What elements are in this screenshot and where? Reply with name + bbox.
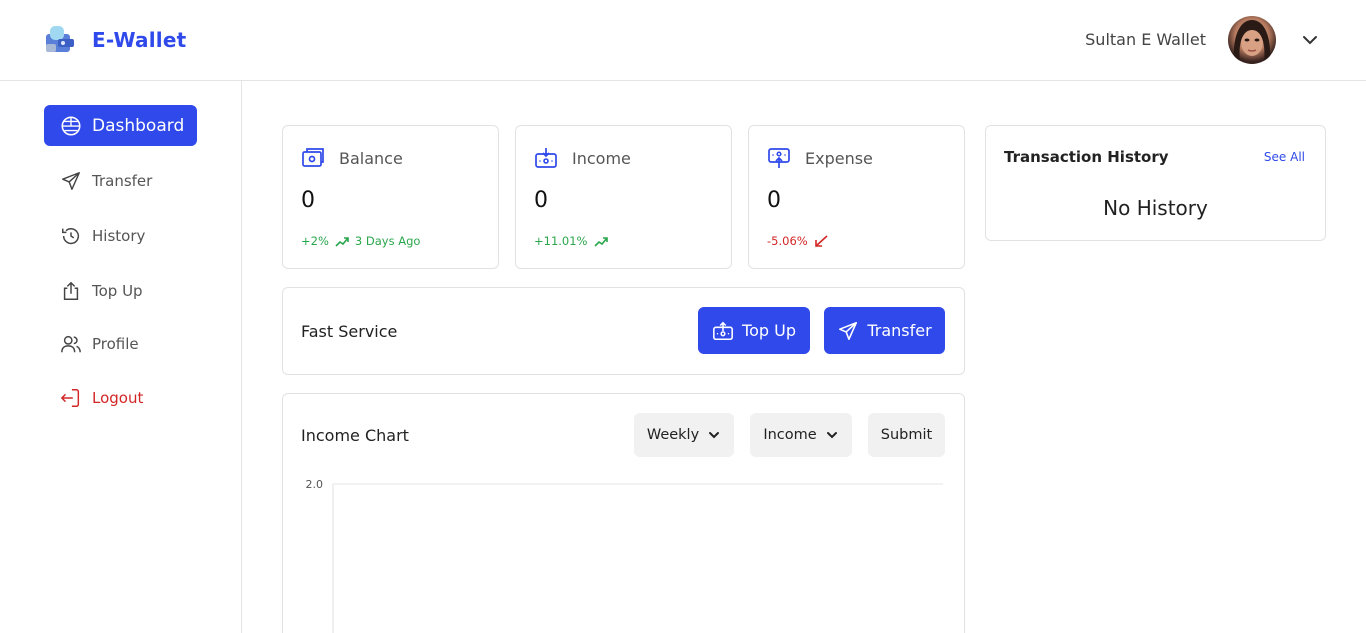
globe-icon bbox=[61, 116, 81, 135]
expense-icon bbox=[768, 148, 790, 168]
expense-change: -5.06% bbox=[767, 234, 834, 248]
income-icon bbox=[535, 148, 557, 168]
sidebar-item-history[interactable]: History bbox=[44, 215, 197, 256]
period-select-value: Weekly bbox=[646, 427, 700, 443]
sidebar-item-logout[interactable]: Logout bbox=[44, 377, 197, 418]
period-select[interactable]: Weekly bbox=[634, 413, 734, 457]
balance-card: Balance 0 +2% 3 Days Ago bbox=[282, 125, 499, 269]
top-up-label: Top Up bbox=[742, 321, 796, 340]
upload-icon bbox=[63, 281, 79, 300]
sidebar-item-profile[interactable]: Profile bbox=[44, 323, 197, 364]
chevron-down-icon bbox=[709, 432, 720, 439]
balance-change-since: 3 Days Ago bbox=[354, 234, 421, 248]
trend-down-icon bbox=[814, 235, 828, 247]
submit-label: Submit bbox=[880, 427, 933, 443]
logout-icon bbox=[60, 388, 80, 407]
income-change: +11.01% bbox=[534, 234, 614, 248]
transaction-history-title: Transaction History bbox=[1004, 148, 1169, 166]
expense-card: Expense 0 -5.06% bbox=[748, 125, 965, 269]
avatar[interactable] bbox=[1228, 16, 1276, 64]
balance-change: +2% 3 Days Ago bbox=[301, 234, 420, 248]
chevron-down-icon bbox=[826, 432, 837, 439]
sidebar-item-label: History bbox=[92, 226, 146, 245]
balance-title: Balance bbox=[339, 148, 403, 168]
top-up-icon bbox=[713, 321, 733, 340]
sidebar-item-label: Top Up bbox=[92, 281, 143, 300]
trend-up-icon bbox=[335, 237, 349, 247]
wallet-icon bbox=[302, 148, 324, 167]
fast-service-title: Fast Service bbox=[301, 322, 398, 341]
income-card: Income 0 +11.01% bbox=[515, 125, 732, 269]
sidebar-item-label: Transfer bbox=[92, 171, 153, 190]
transaction-history-card: Transaction History See All No History bbox=[985, 125, 1326, 241]
balance-change-percent: +2% bbox=[301, 234, 329, 248]
income-value: 0 bbox=[534, 188, 548, 213]
income-chart-title: Income Chart bbox=[301, 426, 409, 445]
submit-button[interactable]: Submit bbox=[868, 413, 945, 457]
income-title: Income bbox=[572, 148, 631, 168]
type-select[interactable]: Income bbox=[750, 413, 852, 457]
sidebar-item-label: Profile bbox=[92, 334, 139, 353]
transfer-label: Transfer bbox=[867, 321, 932, 340]
expense-title-row: Expense bbox=[767, 146, 873, 170]
income-change-percent: +11.01% bbox=[534, 234, 588, 248]
fast-service-card: Fast Service Top Up Transfer bbox=[282, 287, 965, 375]
income-chart-card: Income Chart Weekly Income Submit 2.0 bbox=[282, 393, 965, 633]
empty-history-message: No History bbox=[1103, 196, 1208, 220]
user-name: Sultan E Wallet bbox=[1085, 30, 1206, 49]
balance-value: 0 bbox=[301, 188, 315, 213]
send-icon bbox=[62, 171, 80, 190]
top-up-button[interactable]: Top Up bbox=[698, 307, 810, 354]
see-all-link[interactable]: See All bbox=[1264, 150, 1305, 164]
send-icon bbox=[839, 321, 858, 340]
transfer-button[interactable]: Transfer bbox=[824, 307, 945, 354]
balance-title-row: Balance bbox=[301, 146, 403, 170]
wallet-logo-icon bbox=[44, 24, 78, 56]
sidebar-item-label: Dashboard bbox=[92, 115, 185, 136]
income-title-row: Income bbox=[534, 146, 631, 170]
sidebar-item-label: Logout bbox=[92, 388, 144, 407]
sidebar-item-transfer[interactable]: Transfer bbox=[44, 160, 197, 201]
sidebar-item-top-up[interactable]: Top Up bbox=[44, 270, 197, 311]
income-chart: 2.0 bbox=[306, 478, 943, 633]
top-header: E-Wallet Sultan E Wallet bbox=[0, 0, 1366, 81]
sidebar-item-dashboard[interactable]: Dashboard bbox=[44, 105, 197, 146]
trend-up-icon bbox=[593, 237, 608, 247]
brand-title: E-Wallet bbox=[92, 28, 187, 52]
expense-title: Expense bbox=[805, 148, 873, 168]
chart-y-tick-label: 2.0 bbox=[306, 478, 324, 491]
expense-value: 0 bbox=[767, 188, 781, 213]
type-select-value: Income bbox=[763, 427, 817, 443]
chevron-down-icon[interactable] bbox=[1300, 30, 1320, 50]
users-icon bbox=[61, 335, 81, 352]
history-icon bbox=[62, 227, 80, 244]
sidebar: Dashboard Transfer History Top Up Profil… bbox=[0, 81, 242, 633]
expense-change-percent: -5.06% bbox=[767, 234, 808, 248]
